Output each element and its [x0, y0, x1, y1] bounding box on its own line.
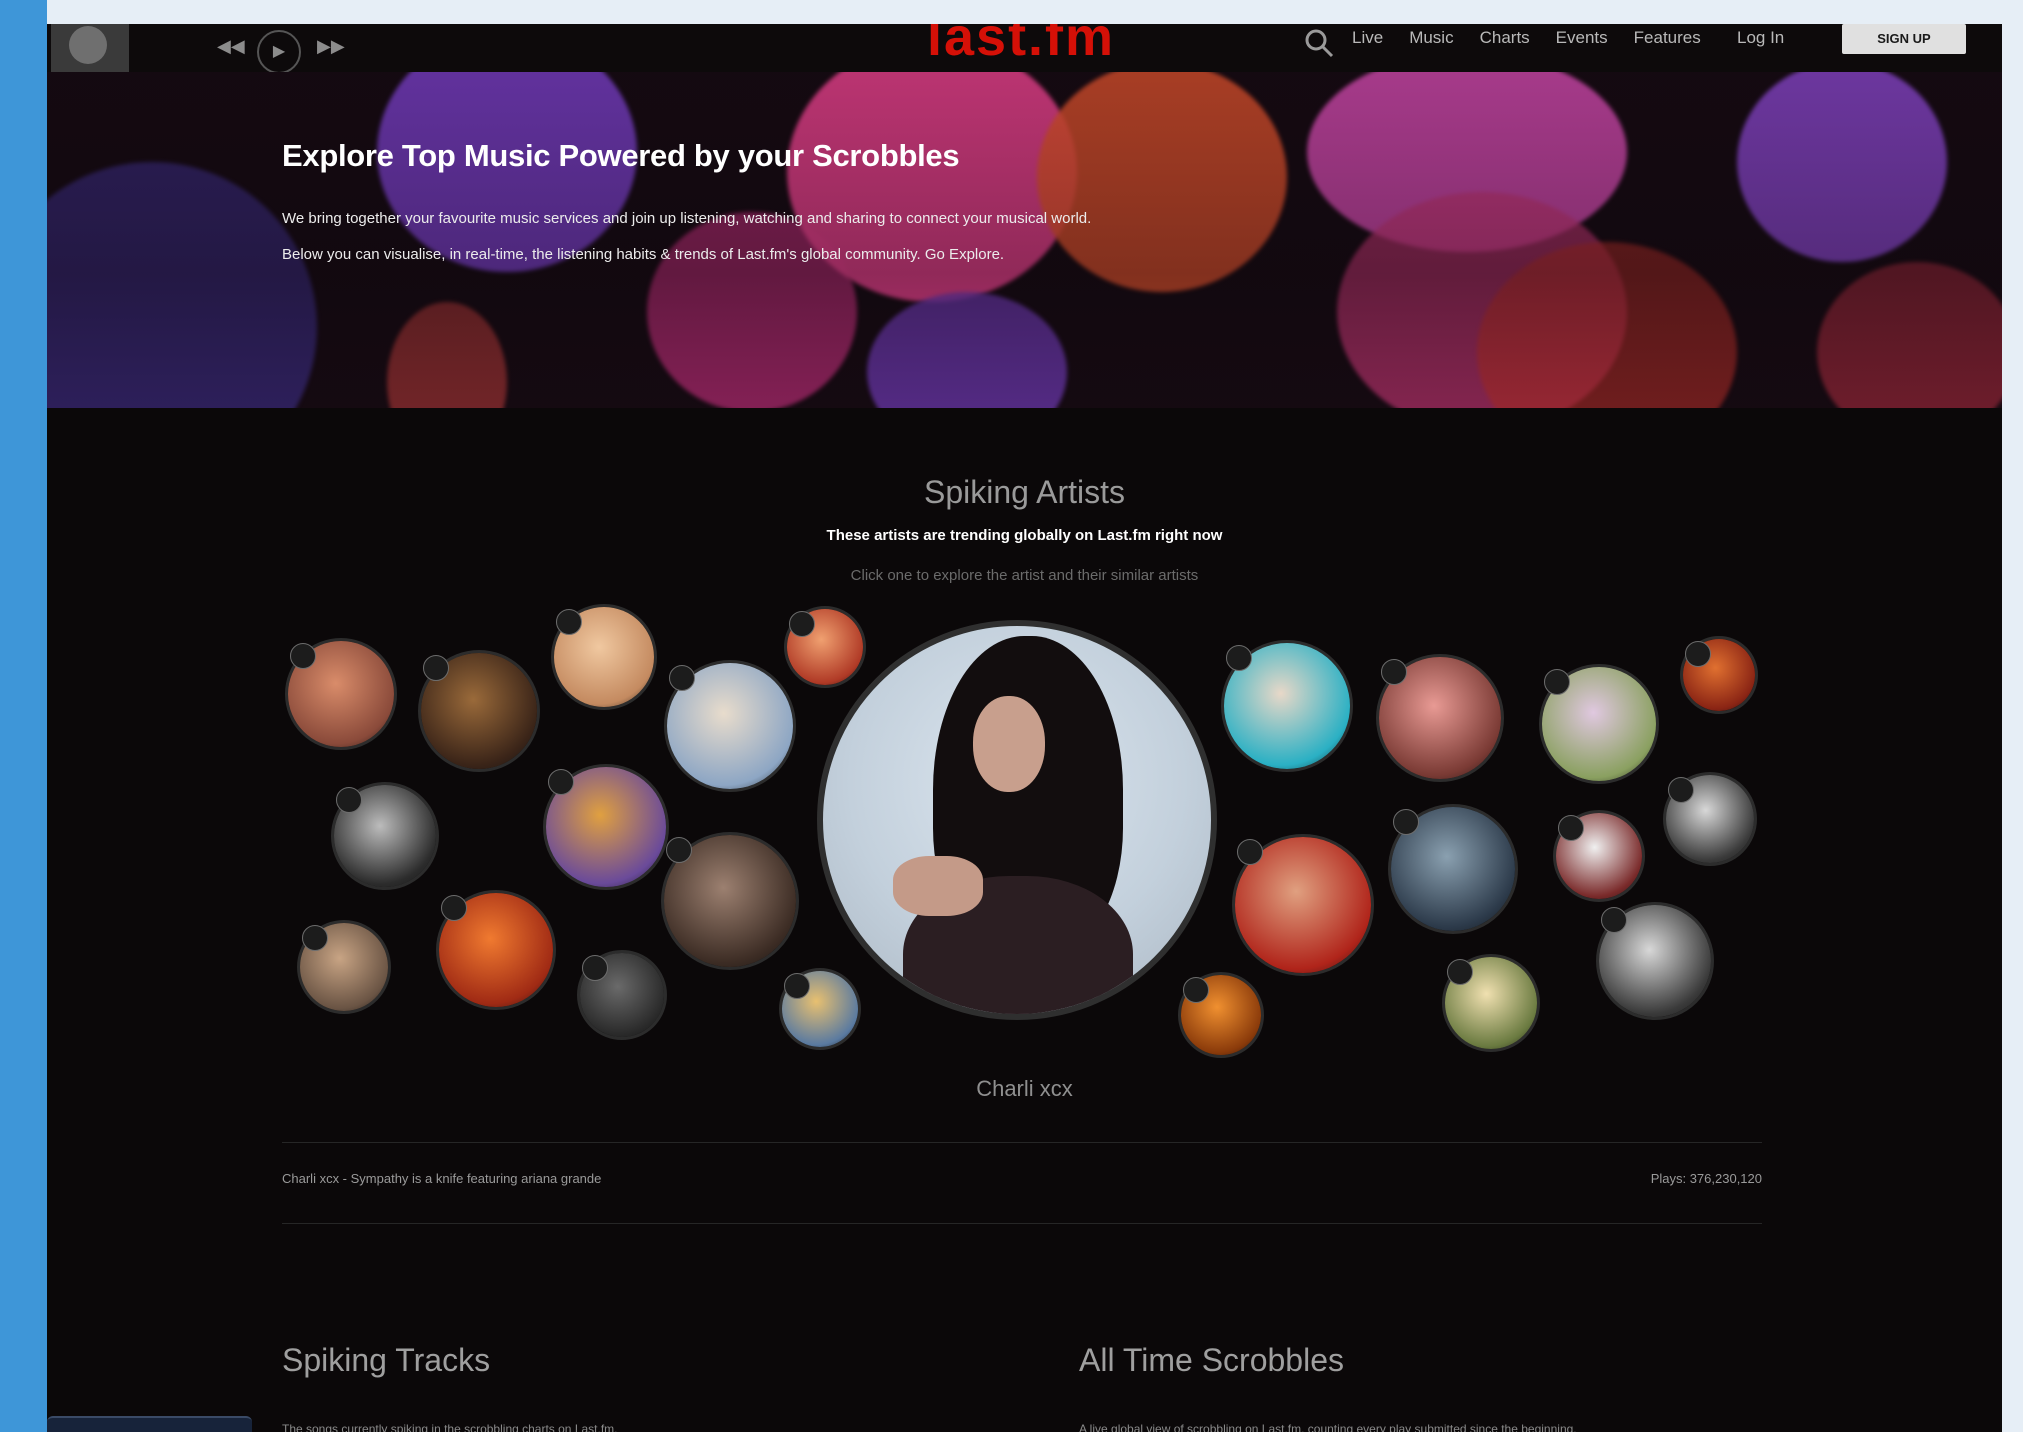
top-navigation: ◀◀ ▶ ▶▶ last.fm Live Music Charts Events… — [47, 24, 2002, 74]
rank-badge — [336, 787, 362, 813]
rank-badge — [1183, 977, 1209, 1003]
artist-bubble[interactable] — [1596, 902, 1714, 1020]
rank-badge — [1381, 659, 1407, 685]
rank-badge — [290, 643, 316, 669]
artist-bubble[interactable] — [543, 764, 669, 890]
artist-bubble[interactable] — [1388, 804, 1518, 934]
artist-bubble[interactable] — [331, 782, 439, 890]
signup-button[interactable]: SIGN UP — [1842, 24, 1966, 54]
user-avatar-button[interactable] — [51, 24, 129, 72]
artist-bubble[interactable] — [297, 920, 391, 1014]
featured-artist-name[interactable]: Charli xcx — [47, 1076, 2002, 1102]
spiking-tracks-description: The songs currently spiking in the scrob… — [282, 1422, 618, 1432]
rank-badge — [789, 611, 815, 637]
now-playing-track[interactable]: Charli xcx - Sympathy is a knife featuri… — [282, 1171, 601, 1186]
lastfm-page: ◀◀ ▶ ▶▶ last.fm Live Music Charts Events… — [47, 24, 2002, 1432]
search-icon[interactable] — [1302, 26, 1336, 60]
play-count: Plays: 376,230,120 — [1650, 1171, 1762, 1186]
artist-bubble[interactable] — [436, 890, 556, 1010]
rank-badge — [1558, 815, 1584, 841]
rank-badge — [548, 769, 574, 795]
player-controls: ◀◀ ▶ ▶▶ — [207, 30, 387, 74]
nav-link-charts[interactable]: Charts — [1480, 24, 1530, 64]
artist-bubble[interactable] — [1232, 834, 1374, 976]
rank-badge — [1237, 839, 1263, 865]
artist-bubble[interactable] — [285, 638, 397, 750]
hero-title: Explore Top Music Powered by your Scrobb… — [282, 138, 960, 173]
rank-badge — [1544, 669, 1570, 695]
hero-banner: Explore Top Music Powered by your Scrobb… — [47, 72, 2002, 408]
hero-subtitle-line: Below you can visualise, in real-time, t… — [282, 246, 1005, 263]
login-link[interactable]: Log In — [1737, 24, 1784, 52]
left-edge-bar — [0, 0, 47, 1432]
spiking-artists-description: These artists are trending globally on L… — [826, 527, 1223, 544]
artist-bubble[interactable] — [664, 660, 796, 792]
skip-forward-icon[interactable]: ▶▶ — [317, 36, 345, 57]
rank-badge — [1393, 809, 1419, 835]
artist-bubble[interactable] — [661, 832, 799, 970]
rank-badge — [1668, 777, 1694, 803]
artist-bubble[interactable] — [418, 650, 540, 772]
nav-link-music[interactable]: Music — [1409, 24, 1453, 64]
rank-badge — [582, 955, 608, 981]
rank-badge — [1226, 645, 1252, 671]
lastfm-logo[interactable]: last.fm — [927, 24, 1115, 68]
all-time-scrobbles-title: All Time Scrobbles — [1079, 1342, 1344, 1378]
artist-bubble[interactable] — [1663, 772, 1757, 866]
nav-links: Live Music Charts Events Features — [1352, 24, 1701, 64]
artist-bubble[interactable] — [1680, 636, 1758, 714]
rank-badge — [556, 609, 582, 635]
spiking-artists-title: Spiking Artists — [924, 474, 1125, 510]
artist-bubble[interactable] — [1442, 954, 1540, 1052]
rank-badge — [1601, 907, 1627, 933]
rank-badge — [784, 973, 810, 999]
nav-link-live[interactable]: Live — [1352, 24, 1383, 64]
artist-bubble[interactable] — [784, 606, 866, 688]
artist-bubble[interactable] — [1376, 654, 1504, 782]
artist-bubble[interactable] — [1539, 664, 1659, 784]
rank-badge — [666, 837, 692, 863]
all-time-scrobbles-description: A live global view of scrobbling on Last… — [1079, 1422, 1577, 1432]
rank-badge — [669, 665, 695, 691]
rank-badge — [302, 925, 328, 951]
user-avatar — [69, 26, 107, 64]
artist-bubble[interactable] — [1221, 640, 1353, 772]
bottom-corner-tab[interactable] — [47, 1416, 252, 1432]
featured-artist-bubble[interactable] — [817, 620, 1217, 1020]
artist-bubble[interactable] — [577, 950, 667, 1040]
spiking-tracks-title: Spiking Tracks — [282, 1342, 491, 1378]
nav-link-events[interactable]: Events — [1556, 24, 1608, 64]
nav-link-features[interactable]: Features — [1634, 24, 1701, 64]
rank-badge — [441, 895, 467, 921]
rank-badge — [1685, 641, 1711, 667]
artist-bubble[interactable] — [779, 968, 861, 1050]
play-icon[interactable]: ▶ — [257, 30, 301, 74]
rank-badge — [423, 655, 449, 681]
now-playing-row: Charli xcx - Sympathy is a knife featuri… — [282, 1142, 1762, 1224]
rank-badge — [1447, 959, 1473, 985]
artist-bubble[interactable] — [1178, 972, 1264, 1058]
artist-bubble[interactable] — [551, 604, 657, 710]
artist-bubble[interactable] — [1553, 810, 1645, 902]
hero-subtitle-line: We bring together your favourite music s… — [282, 210, 1092, 227]
skip-back-icon[interactable]: ◀◀ — [217, 36, 245, 57]
spiking-artists-hint: Click one to explore the artist and thei… — [850, 567, 1199, 584]
